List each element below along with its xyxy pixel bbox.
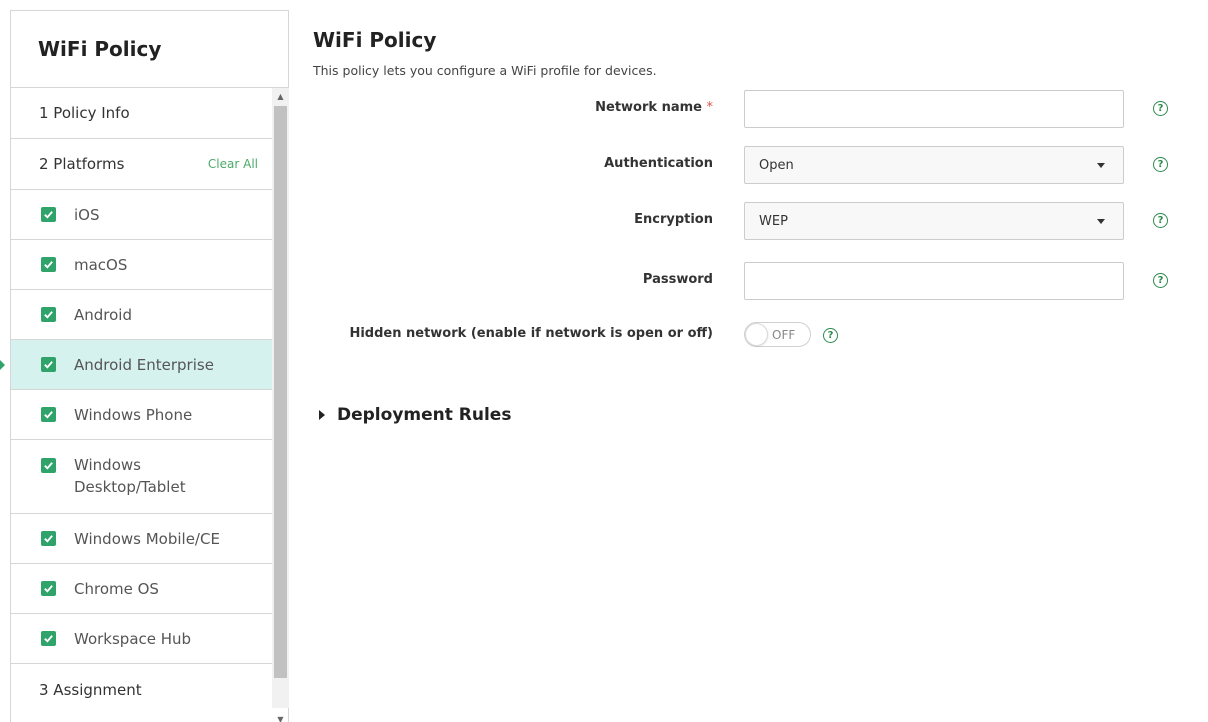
platform-label: Windows Mobile/CE [74, 529, 220, 548]
step-platforms-label: 2 Platforms [39, 155, 125, 173]
platform-item-workspace-hub[interactable]: Workspace Hub [11, 614, 272, 664]
password-label: Password [642, 272, 713, 287]
sidebar: WiFi Policy 1 Policy Info 2 Platforms Cl… [0, 10, 289, 722]
platform-label: Workspace Hub [74, 629, 192, 648]
platform-item-android-enterprise[interactable]: Android Enterprise [0, 340, 272, 390]
help-icon[interactable]: ? [1153, 213, 1168, 228]
authentication-select[interactable]: Open [744, 146, 1124, 184]
toggle-state-label: OFF [772, 328, 796, 342]
encryption-value: WEP [759, 213, 788, 229]
network-name-label: Network name * [595, 100, 713, 115]
step-policy-info[interactable]: 1 Policy Info [11, 88, 272, 139]
form-row-hidden-network: Hidden network (enable if network is ope… [313, 316, 1193, 354]
platform-label: macOS [74, 255, 128, 274]
step-assignment-label: 3 Assignment [39, 680, 142, 699]
step-assignment[interactable]: 3 Assignment [11, 664, 272, 715]
chevron-down-icon [1097, 163, 1105, 168]
checkbox-checked-icon[interactable] [41, 407, 56, 422]
encryption-label: Encryption [634, 212, 713, 227]
scroll-down-arrow-icon[interactable]: ▼ [272, 711, 289, 722]
deployment-rules-label: Deployment Rules [337, 405, 512, 425]
step-policy-info-label: 1 Policy Info [39, 104, 130, 122]
encryption-select[interactable]: WEP [744, 202, 1124, 240]
scroll-up-arrow-icon[interactable]: ▲ [272, 88, 289, 105]
deployment-rules-toggle[interactable]: Deployment Rules [313, 405, 511, 425]
platform-label: Chrome OS [74, 579, 159, 598]
platform-label: Windows Desktop/Tablet [74, 456, 186, 496]
sidebar-scrollbar[interactable]: ▲ ▼ [272, 88, 289, 722]
form-row-network-name: Network name * ? [313, 90, 1193, 128]
help-icon[interactable]: ? [1153, 101, 1168, 116]
help-icon[interactable]: ? [823, 328, 838, 343]
scroll-thumb[interactable] [274, 106, 287, 678]
checkbox-checked-icon[interactable] [41, 357, 56, 372]
platform-item-windows-phone[interactable]: Windows Phone [11, 390, 272, 440]
platform-item-android[interactable]: Android [11, 290, 272, 340]
form-row-authentication: Authentication Open ? [313, 146, 1193, 184]
sidebar-header: WiFi Policy [11, 11, 288, 88]
platform-item-ios[interactable]: iOS [11, 190, 272, 240]
platform-item-macos[interactable]: macOS [11, 240, 272, 290]
network-name-label-text: Network name [595, 100, 702, 115]
help-icon[interactable]: ? [1153, 157, 1168, 172]
hidden-network-label: Hidden network (enable if network is ope… [349, 326, 713, 341]
sidebar-title: WiFi Policy [38, 37, 162, 61]
active-indicator-icon [0, 359, 5, 370]
page-subtitle: This policy lets you configure a WiFi pr… [313, 63, 657, 78]
clear-all-link[interactable]: Clear All [208, 157, 258, 171]
required-asterisk: * [706, 100, 714, 115]
sidebar-list: 1 Policy Info 2 Platforms Clear All iOS … [0, 88, 272, 715]
checkbox-checked-icon[interactable] [41, 307, 56, 322]
checkbox-checked-icon[interactable] [41, 207, 56, 222]
caret-right-icon [319, 410, 325, 420]
form-row-encryption: Encryption WEP ? [313, 202, 1193, 240]
platform-label: Windows Phone [74, 405, 193, 424]
checkbox-checked-icon[interactable] [41, 257, 56, 272]
checkbox-checked-icon[interactable] [41, 581, 56, 596]
checkbox-checked-icon[interactable] [41, 531, 56, 546]
platform-label: Android [74, 305, 132, 324]
network-name-input[interactable] [744, 90, 1124, 128]
hidden-network-toggle[interactable]: OFF [744, 322, 811, 347]
help-icon[interactable]: ? [1153, 273, 1168, 288]
platform-item-windows-mobile-ce[interactable]: Windows Mobile/CE [11, 514, 272, 564]
platform-item-chrome-os[interactable]: Chrome OS [11, 564, 272, 614]
form-row-password: Password ? [313, 262, 1193, 300]
platform-item-windows-desktop-tablet[interactable]: Windows Desktop/Tablet [11, 440, 272, 514]
page-title: WiFi Policy [313, 28, 437, 52]
step-platforms[interactable]: 2 Platforms Clear All [11, 139, 272, 190]
chevron-down-icon [1097, 219, 1105, 224]
platform-label: Android Enterprise [74, 355, 214, 374]
authentication-value: Open [759, 157, 794, 173]
authentication-label: Authentication [604, 156, 713, 171]
platform-label: iOS [74, 205, 100, 224]
checkbox-checked-icon[interactable] [41, 631, 56, 646]
toggle-knob [746, 324, 767, 345]
password-input[interactable] [744, 262, 1124, 300]
